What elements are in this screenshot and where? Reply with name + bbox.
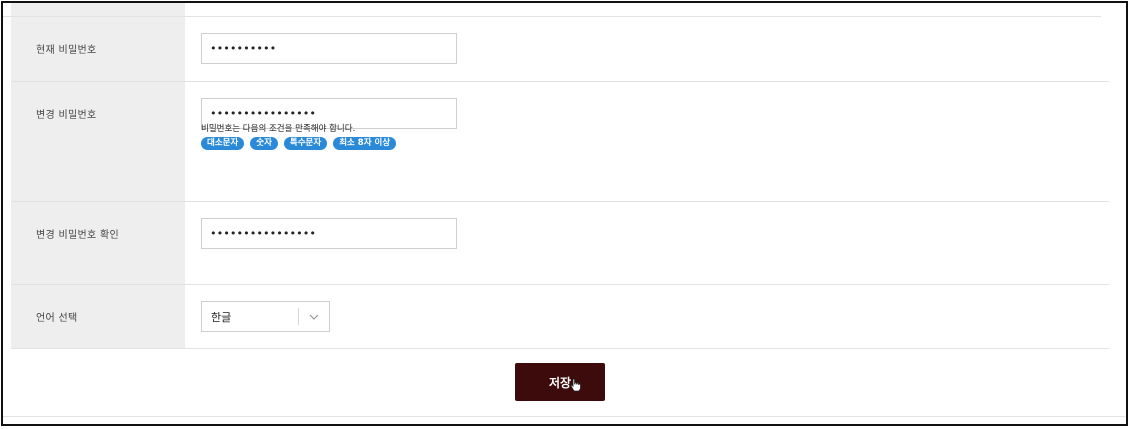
language-selected-value: 한글: [211, 310, 232, 324]
row-divider-top: [3, 3, 1101, 17]
value-cell: •••••••••••••••• 비밀번호는 다음의 조건을 만족해야 합니다.…: [185, 82, 1109, 201]
confirm-password-label: 변경 비밀번호 확인: [36, 230, 119, 241]
language-label: 언어 선택: [36, 313, 78, 324]
label-cell: 언어 선택: [11, 285, 185, 348]
requirement-chip-case: 대소문자: [201, 137, 245, 150]
value-cell: ••••••••••••••••: [185, 202, 1109, 284]
new-password-row: 변경 비밀번호 •••••••••••••••• 비밀번호는 다음의 조건을 만…: [11, 82, 1109, 202]
value-cell: 한글: [185, 285, 1109, 348]
save-button[interactable]: 저장: [515, 363, 605, 401]
label-cell: 현재 비밀번호: [11, 17, 185, 81]
password-requirements: 대소문자 숫자 특수문자 최소 8자 이상: [201, 137, 397, 150]
settings-panel: 현재 비밀번호 •••••••••• 변경 비밀번호 •••••••••••••…: [1, 1, 1128, 426]
requirement-chip-special: 특수문자: [283, 137, 328, 150]
bottom-divider: [3, 416, 1125, 417]
chevron-down-icon[interactable]: [299, 314, 329, 320]
new-password-label: 변경 비밀번호: [36, 110, 97, 121]
language-select[interactable]: 한글: [201, 301, 330, 332]
hand-cursor-icon: [570, 377, 582, 396]
password-rule-hint: 비밀번호는 다음의 조건을 만족해야 합니다.: [201, 124, 356, 134]
language-row: 언어 선택 한글: [11, 285, 1109, 349]
current-password-label: 현재 비밀번호: [36, 45, 97, 56]
confirm-password-row: 변경 비밀번호 확인 ••••••••••••••••: [11, 202, 1109, 285]
requirement-chip-number: 숫자: [250, 137, 278, 150]
label-cell: 변경 비밀번호: [11, 82, 185, 201]
confirm-password-input[interactable]: ••••••••••••••••: [201, 218, 457, 249]
value-cell: ••••••••••: [185, 17, 1109, 81]
requirement-chip-length: 최소 8자 이상: [333, 137, 397, 150]
current-password-row: 현재 비밀번호 ••••••••••: [11, 17, 1109, 82]
label-cell: 변경 비밀번호 확인: [11, 202, 185, 284]
current-password-input[interactable]: ••••••••••: [201, 33, 457, 64]
